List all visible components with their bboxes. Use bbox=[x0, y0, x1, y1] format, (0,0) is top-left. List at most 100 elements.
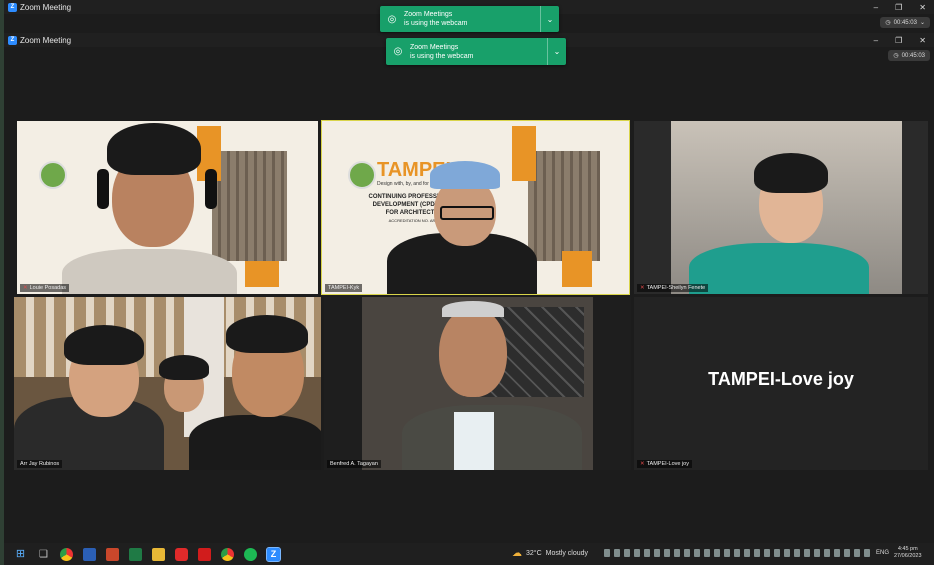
tampei-logo-icon bbox=[39, 161, 67, 189]
close-button[interactable]: ✕ bbox=[919, 3, 926, 12]
timer-text: 00:45:03 bbox=[901, 52, 925, 59]
youtube-icon[interactable] bbox=[175, 547, 188, 561]
video-tile-arr-jay[interactable]: Arr Jay Rubinos bbox=[14, 297, 321, 470]
window-title: Zoom Meeting bbox=[20, 2, 72, 12]
close-button[interactable]: ✕ bbox=[919, 36, 926, 45]
tray-icon bbox=[724, 549, 730, 557]
video-tile-love-joy[interactable]: TAMPEI-Love joy ✕ TAMPEI-Love joy bbox=[634, 297, 928, 470]
orange-accent bbox=[512, 126, 536, 181]
tray-icon bbox=[834, 549, 840, 557]
tray-icon bbox=[744, 549, 750, 557]
minimize-button[interactable]: – bbox=[874, 36, 878, 45]
tampei-logo-icon bbox=[348, 161, 376, 189]
system-tray[interactable] bbox=[604, 549, 870, 557]
word-icon[interactable] bbox=[83, 547, 96, 561]
tray-icon bbox=[774, 549, 780, 557]
meeting-timer-front[interactable]: ◷ 00:45:03 bbox=[888, 50, 930, 61]
mic-muted-icon: ✕ bbox=[640, 285, 645, 291]
participant-name-tag: ✕ TAMPEI-Love joy bbox=[637, 460, 692, 468]
zoom-icon[interactable]: Z bbox=[266, 546, 281, 562]
tray-icon bbox=[694, 549, 700, 557]
video-tile-benfred[interactable]: Benfred A. Tagayan bbox=[324, 297, 631, 470]
tray-icon bbox=[864, 549, 870, 557]
minimize-button[interactable]: – bbox=[874, 3, 878, 12]
restore-button[interactable]: ❐ bbox=[895, 3, 902, 12]
tray-icon bbox=[614, 549, 620, 557]
glasses bbox=[440, 206, 494, 220]
mic-muted-icon: ✕ bbox=[23, 285, 28, 291]
zoom-logo-icon: Z bbox=[8, 35, 17, 45]
participant-name-tag: Benfred A. Tagayan bbox=[327, 460, 381, 468]
powerpoint-icon[interactable] bbox=[106, 547, 119, 561]
window-title: Zoom Meeting bbox=[20, 35, 72, 45]
tray-icon bbox=[624, 549, 630, 557]
webcam-notification-front[interactable]: ◎ Zoom Meetings is using the webcam ⌄ bbox=[386, 38, 566, 65]
tray-icon bbox=[814, 549, 820, 557]
tray-icon bbox=[634, 549, 640, 557]
weather-desc: Mostly cloudy bbox=[545, 550, 589, 557]
meeting-timer[interactable]: ◷ 00:45:03 ⌄ bbox=[880, 17, 930, 28]
tray-icon bbox=[684, 549, 690, 557]
tray-icon bbox=[844, 549, 850, 557]
mic-muted-icon: ✕ bbox=[640, 461, 645, 467]
webcam-notification[interactable]: ◎ Zoom Meetings is using the webcam ⌄ bbox=[380, 6, 559, 32]
camera-icon: ◎ bbox=[387, 13, 397, 25]
chrome-icon[interactable] bbox=[221, 547, 234, 561]
building-photo bbox=[212, 151, 287, 261]
clock-icon: ◷ bbox=[893, 53, 899, 59]
weather-widget[interactable]: ☁ 32°C Mostly cloudy bbox=[512, 548, 588, 559]
tray-icon bbox=[804, 549, 810, 557]
spotify-icon[interactable] bbox=[244, 547, 257, 561]
chrome-icon[interactable] bbox=[60, 547, 73, 561]
slide-tagline: Design with, by, and for the bbox=[377, 181, 438, 187]
tray-icon bbox=[664, 549, 670, 557]
start-icon[interactable]: ⊞ bbox=[14, 548, 27, 561]
tray-icon bbox=[784, 549, 790, 557]
participant-name-tag: ✕ Louie Posadas bbox=[20, 284, 69, 292]
restore-button[interactable]: ❐ bbox=[895, 36, 902, 45]
weather-temp: 32°C bbox=[526, 550, 542, 557]
language-indicator[interactable]: ENG bbox=[876, 550, 889, 556]
zoom-window-back: Z Zoom Meeting – ❐ ✕ ◷ 00:45:03 ⌄ Z Zoom… bbox=[4, 0, 934, 565]
chevron-down-icon: ⌄ bbox=[919, 20, 925, 26]
video-tile-louie[interactable]: ✕ Louie Posadas bbox=[17, 121, 318, 294]
tray-icon bbox=[704, 549, 710, 557]
clock-icon: ◷ bbox=[885, 20, 891, 26]
tray-icon bbox=[734, 549, 740, 557]
chevron-down-icon[interactable]: ⌄ bbox=[547, 38, 566, 65]
chevron-up-icon bbox=[604, 549, 610, 557]
participant-name-tag: Arr Jay Rubinos bbox=[17, 460, 63, 468]
participant-name-display: TAMPEI-Love joy bbox=[708, 369, 854, 389]
clock-time: 4:45 pm bbox=[897, 546, 918, 552]
chevron-down-icon[interactable]: ⌄ bbox=[540, 6, 559, 32]
tray-icon bbox=[764, 549, 770, 557]
tray-icon bbox=[794, 549, 800, 557]
tray-icon bbox=[714, 549, 720, 557]
video-tile-kyk[interactable]: TAMPEI Design with, by, and for the CONT… bbox=[321, 120, 630, 295]
clock-date: 27/06/2023 bbox=[894, 553, 922, 559]
notification-title: Zoom Meetings bbox=[404, 11, 453, 18]
excel-icon[interactable] bbox=[129, 547, 142, 561]
tray-icon bbox=[754, 549, 760, 557]
timer-text: 00:45:03 bbox=[893, 19, 917, 26]
file-explorer-icon[interactable] bbox=[152, 547, 165, 561]
cloud-sun-icon: ☁ bbox=[512, 548, 522, 559]
building-photo bbox=[528, 151, 600, 261]
video-tile-sheilyn[interactable]: ✕ TAMPEI-Sheilyn Fenete bbox=[634, 121, 928, 294]
tray-icon bbox=[854, 549, 860, 557]
notification-body: is using the webcam bbox=[404, 20, 468, 27]
zoom-logo-icon: Z bbox=[8, 2, 17, 12]
tray-icon bbox=[644, 549, 650, 557]
notification-body: is using the webcam bbox=[410, 52, 474, 60]
acrobat-icon[interactable] bbox=[198, 547, 211, 561]
system-clock[interactable]: 4:45 pm 27/06/2023 bbox=[894, 546, 922, 560]
orange-accent bbox=[245, 261, 279, 287]
task-view-icon[interactable]: ❑ bbox=[37, 548, 50, 561]
cap bbox=[430, 161, 500, 189]
participant-name-tag: ✕ TAMPEI-Sheilyn Fenete bbox=[637, 284, 709, 292]
participant-name-tag: TAMPEI-Kyk bbox=[325, 284, 363, 292]
tray-icon bbox=[654, 549, 660, 557]
tray-icon bbox=[674, 549, 680, 557]
camera-icon: ◎ bbox=[393, 46, 403, 57]
notification-title: Zoom Meetings bbox=[410, 43, 459, 51]
